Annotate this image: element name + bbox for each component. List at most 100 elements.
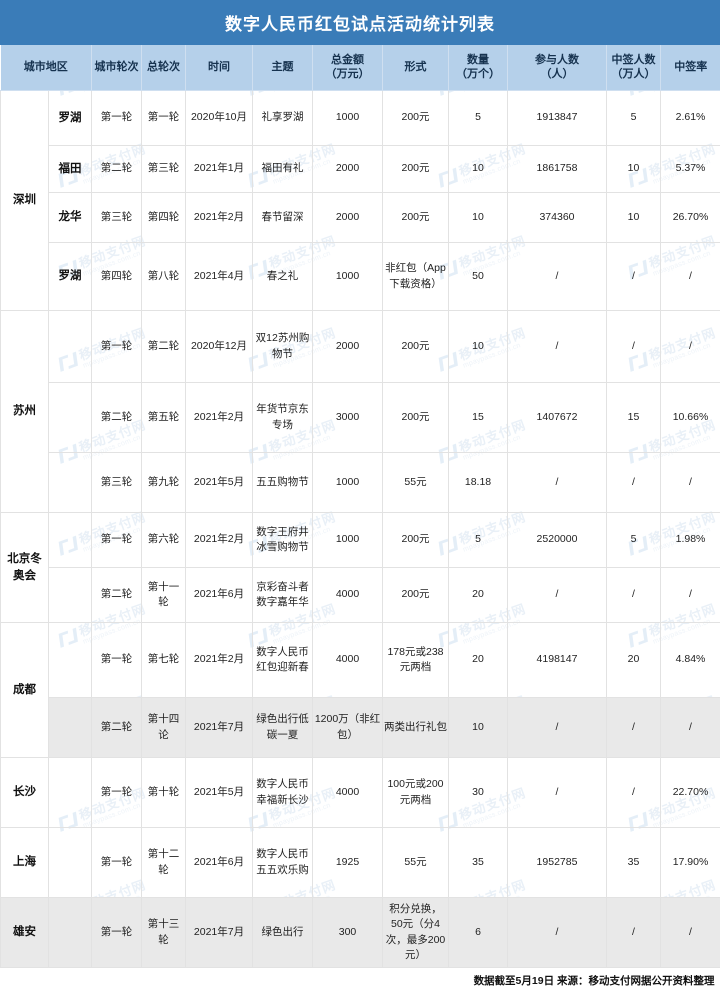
cell-winners: /	[606, 897, 661, 968]
cell-city-round: 第一轮	[91, 757, 142, 828]
cell-city-round: 第一轮	[91, 90, 142, 146]
cell-city: 雄安	[0, 897, 49, 968]
cell-total-round: 第五轮	[141, 382, 186, 453]
cell-total-round: 第十二轮	[141, 827, 186, 898]
col-header-time-line1: 时间	[208, 60, 230, 73]
cell-amount: 2000	[312, 192, 383, 243]
cell-theme: 数字人民币红包迎新春	[252, 622, 313, 698]
col-header-theme-line1: 主题	[271, 60, 294, 73]
cell-city: 苏州	[0, 310, 49, 513]
cell-time: 2021年5月	[185, 452, 253, 513]
cell-amount: 1000	[312, 452, 383, 513]
col-header-total-round-line1: 总轮次	[147, 60, 180, 73]
col-header-participants-line1: 参与人数	[535, 53, 579, 66]
cell-city-round: 第一轮	[91, 897, 142, 968]
cell-time: 2021年5月	[185, 757, 253, 828]
cell-theme: 数字王府井冰雪购物节	[252, 512, 313, 568]
col-header-rate: 中签率	[660, 45, 720, 91]
cell-time: 2020年10月	[185, 90, 253, 146]
cell-amount: 1000	[312, 242, 383, 311]
cell-amount: 300	[312, 897, 383, 968]
cell-amount: 4000	[312, 757, 383, 828]
cell-count: 30	[448, 757, 508, 828]
cell-district: 福田	[48, 145, 92, 193]
cell-winners: /	[606, 567, 661, 623]
cell-form: 55元	[382, 452, 449, 513]
cell-total-round: 第十一轮	[141, 567, 186, 623]
cell-winners: /	[606, 452, 661, 513]
cell-city-round: 第一轮	[91, 622, 142, 698]
cell-time: 2021年7月	[185, 697, 253, 758]
cell-rate: /	[660, 242, 720, 311]
cell-amount: 2000	[312, 310, 383, 383]
table-row: 长沙 第一轮 第十轮 2021年5月 数字人民币 幸福新长沙 4000 100元或200元两…	[0, 757, 720, 828]
col-header-time: 时间	[185, 45, 253, 91]
cell-time: 2021年2月	[185, 622, 253, 698]
col-header-count: 数量 （万个）	[448, 45, 508, 91]
cell-rate: 5.37%	[660, 145, 720, 193]
table-row: 福田 第二轮 第三轮 2021年1月 福田有礼 2000 200元 10 1861758 10 5.…	[1, 145, 720, 193]
cell-city-round: 第二轮	[91, 567, 142, 623]
cell-district	[48, 757, 92, 828]
cell-total-round: 第九轮	[141, 452, 186, 513]
cell-rate: 1.98%	[660, 512, 720, 568]
cell-district: 罗湖	[48, 90, 92, 146]
col-header-form-line1: 形式	[404, 60, 427, 73]
col-header-winners-line2: （万人）	[611, 67, 656, 80]
cell-total-round: 第六轮	[141, 512, 186, 568]
data-source-note: 数据截至5月19日 来源：移动支付网据公开资料整理	[0, 966, 720, 995]
col-header-city: 城市地区	[0, 45, 92, 91]
cell-total-round: 第四轮	[141, 192, 186, 243]
cell-participants: /	[507, 757, 607, 828]
cell-time: 2021年4月	[185, 242, 253, 311]
cell-time: 2020年12月	[185, 310, 253, 383]
cell-count: 10	[448, 145, 508, 193]
col-header-rate-line1: 中签率	[674, 60, 708, 73]
cell-city: 长沙	[0, 757, 49, 828]
cell-city-round: 第四轮	[91, 242, 142, 311]
cell-city: 北京冬奥会	[0, 512, 49, 623]
screenshot-root: ᒥᒧ 移动支付网 mpaypass.com.cn ᒥᒧ 移动支付网 mpaypass.co…	[0, 0, 720, 995]
cell-amount: 1000	[312, 90, 383, 146]
cell-winners: 10	[606, 192, 661, 243]
cell-city-round: 第一轮	[91, 827, 142, 898]
cell-city-round: 第一轮	[91, 512, 142, 568]
cell-total-round: 第十四论	[141, 697, 186, 758]
cell-form: 200元	[382, 90, 449, 146]
cell-total-round: 第十三轮	[141, 897, 186, 968]
cell-count: 20	[448, 567, 508, 623]
table-row: 第三轮 第九轮 2021年5月 五五购物节 1000 55元 18.18// /	[1, 452, 720, 513]
cell-district	[48, 512, 92, 568]
cell-form: 200元	[382, 512, 449, 568]
cell-district	[48, 827, 92, 898]
table-footer: 数据截至5月19日 来源：移动支付网据公开资料整理	[0, 966, 720, 995]
cell-district	[48, 567, 92, 623]
cell-district	[48, 310, 92, 383]
col-header-total-round: 总轮次	[141, 45, 186, 91]
cell-winners: /	[606, 697, 661, 758]
col-header-city-round-line1: 城市轮次	[94, 60, 139, 73]
cell-rate: 26.70%	[660, 192, 720, 243]
cell-district: 龙华	[48, 192, 92, 243]
cell-rate: 10.66%	[660, 382, 720, 453]
cell-participants: 1913847	[507, 90, 607, 146]
table-row: 第二轮 第十四论 2021年7月 绿色出行低碳一夏 1200万（非红包） 两类出行礼包 10…	[1, 697, 720, 758]
cell-participants: /	[507, 697, 607, 758]
cell-participants: /	[507, 242, 607, 311]
cell-city-round: 第三轮	[91, 192, 142, 243]
cell-count: 6	[448, 897, 508, 968]
cell-participants: /	[507, 310, 607, 383]
table-header: 城市地区 城市轮次 总轮次 时间 主题 总金额 （万元） 形式 数量 （万个） …	[0, 45, 720, 91]
col-header-amount-line1: 总金额	[331, 53, 364, 66]
cell-theme: 年货节京东专场	[252, 382, 313, 453]
cell-city: 上海	[0, 827, 49, 898]
col-header-amount-line2: （万元）	[325, 67, 370, 80]
cell-count: 50	[448, 242, 508, 311]
cell-city-round: 第三轮	[91, 452, 142, 513]
cell-count: 10	[448, 697, 508, 758]
cell-winners: 20	[606, 622, 661, 698]
cell-participants: 4198147	[507, 622, 607, 698]
col-header-amount: 总金额 （万元）	[312, 45, 383, 91]
page-title: 数字人民币红包试点活动统计列表	[0, 0, 720, 45]
table-row: 苏州 第一轮 第二轮 2020年12月 双12苏州购物节 2000 200元 10// /	[0, 310, 720, 513]
